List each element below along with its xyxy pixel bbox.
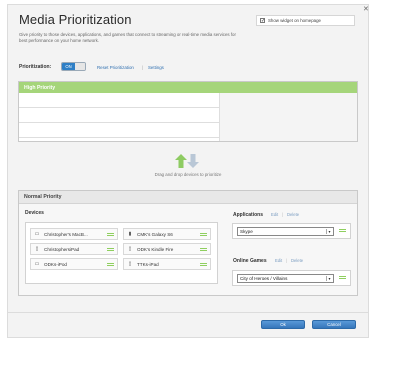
device-name: ODKs-iPod xyxy=(44,261,67,267)
phone-icon: ▮ xyxy=(128,231,132,237)
device-name: ChristophersiPad xyxy=(44,246,80,252)
drag-instruction: Drag and drop devices to prioritize xyxy=(154,172,222,177)
device-item[interactable]: ▭ Christopher's MacB... xyxy=(30,228,118,240)
device-item[interactable]: ▮ CMK's Galaxy S6 xyxy=(123,228,211,240)
online-games-selected-value: City of Heroes / Villains xyxy=(240,276,288,281)
show-widget-label: Show widget on homepage xyxy=(268,18,321,23)
devices-list: ▭ Christopher's MacB... ▮ CMK's Galaxy S… xyxy=(25,222,218,284)
online-games-box: City of Heroes / Villains ▾ xyxy=(232,270,351,286)
device-item[interactable]: ▯ ChristophersiPad xyxy=(30,243,118,255)
high-priority-rows xyxy=(19,93,219,138)
drag-handle-icon[interactable] xyxy=(107,233,114,236)
link-separator: | xyxy=(282,212,284,217)
page-title: Media Prioritization xyxy=(19,12,132,27)
footer-divider xyxy=(7,312,369,313)
settings-link[interactable]: Settings xyxy=(148,65,164,70)
device-item[interactable]: ▭ ODKs-iPod xyxy=(30,258,118,270)
tablet-icon: ▯ xyxy=(128,261,132,267)
online-games-delete-link[interactable]: Delete xyxy=(291,258,303,263)
toggle-on-label: ON xyxy=(62,63,75,70)
drag-handle-icon[interactable] xyxy=(200,233,207,236)
show-widget-checkbox[interactable]: ✓ Show widget on homepage xyxy=(256,15,355,26)
high-priority-slot[interactable] xyxy=(19,108,219,123)
tablet-icon: ▯ xyxy=(35,246,39,252)
cancel-button[interactable]: Cancel xyxy=(312,320,356,329)
applications-delete-link[interactable]: Delete xyxy=(287,212,299,217)
device-name: ODK's Kindle Fire xyxy=(137,246,174,252)
close-icon[interactable]: ✕ xyxy=(363,6,369,13)
link-separator: | xyxy=(142,65,144,70)
prioritization-label: Prioritization: xyxy=(19,64,52,70)
devices-label: Devices xyxy=(25,210,44,216)
checkbox-icon[interactable]: ✓ xyxy=(260,18,265,24)
device-item[interactable]: ▯ ODK's Kindle Fire xyxy=(123,243,211,255)
reset-prioritization-link[interactable]: Reset Prioritization xyxy=(97,65,134,70)
chevron-down-icon[interactable]: ▾ xyxy=(326,276,332,281)
link-separator: | xyxy=(286,258,288,263)
high-priority-header: High Priority xyxy=(19,82,357,93)
chevron-down-icon[interactable]: ▾ xyxy=(326,229,332,234)
laptop-icon: ▭ xyxy=(34,261,40,267)
device-item[interactable]: ▯ TTKs-iPad xyxy=(123,258,211,270)
online-games-select[interactable]: City of Heroes / Villains ▾ xyxy=(237,274,334,283)
online-games-edit-link[interactable]: Edit xyxy=(275,258,282,263)
device-name: TTKs-iPad xyxy=(137,261,159,267)
online-games-label: Online Games xyxy=(233,258,267,264)
tablet-icon: ▯ xyxy=(128,246,132,252)
toggle-off-area xyxy=(75,63,85,70)
drag-handle-icon[interactable] xyxy=(339,276,346,279)
drag-handle-icon[interactable] xyxy=(107,263,114,266)
drag-handle-icon[interactable] xyxy=(339,229,346,232)
laptop-icon: ▭ xyxy=(34,231,40,237)
applications-edit-link[interactable]: Edit xyxy=(271,212,278,217)
device-name: Christopher's MacB... xyxy=(44,231,88,237)
applications-box: Skype ▾ xyxy=(232,223,351,239)
applications-select[interactable]: Skype ▾ xyxy=(237,227,334,236)
normal-priority-section: Normal Priority Devices ▭ Christopher's … xyxy=(18,190,358,296)
high-priority-slot[interactable] xyxy=(19,123,219,138)
applications-selected-value: Skype xyxy=(240,229,253,234)
drag-handle-icon[interactable] xyxy=(107,248,114,251)
prioritization-toggle[interactable]: ON xyxy=(61,62,86,71)
drag-arrows-icon xyxy=(175,154,199,168)
high-priority-section[interactable]: High Priority xyxy=(18,81,358,142)
applications-label: Applications xyxy=(233,212,264,218)
high-priority-slot[interactable] xyxy=(19,93,219,108)
ok-button[interactable]: Ok xyxy=(261,320,305,329)
drag-handle-icon[interactable] xyxy=(200,248,207,251)
drag-handle-icon[interactable] xyxy=(200,263,207,266)
normal-priority-header: Normal Priority xyxy=(19,191,357,204)
device-name: CMK's Galaxy S6 xyxy=(137,231,173,237)
high-priority-side-panel xyxy=(219,93,357,141)
page-description: Give priority to those devices, applicat… xyxy=(19,32,236,43)
